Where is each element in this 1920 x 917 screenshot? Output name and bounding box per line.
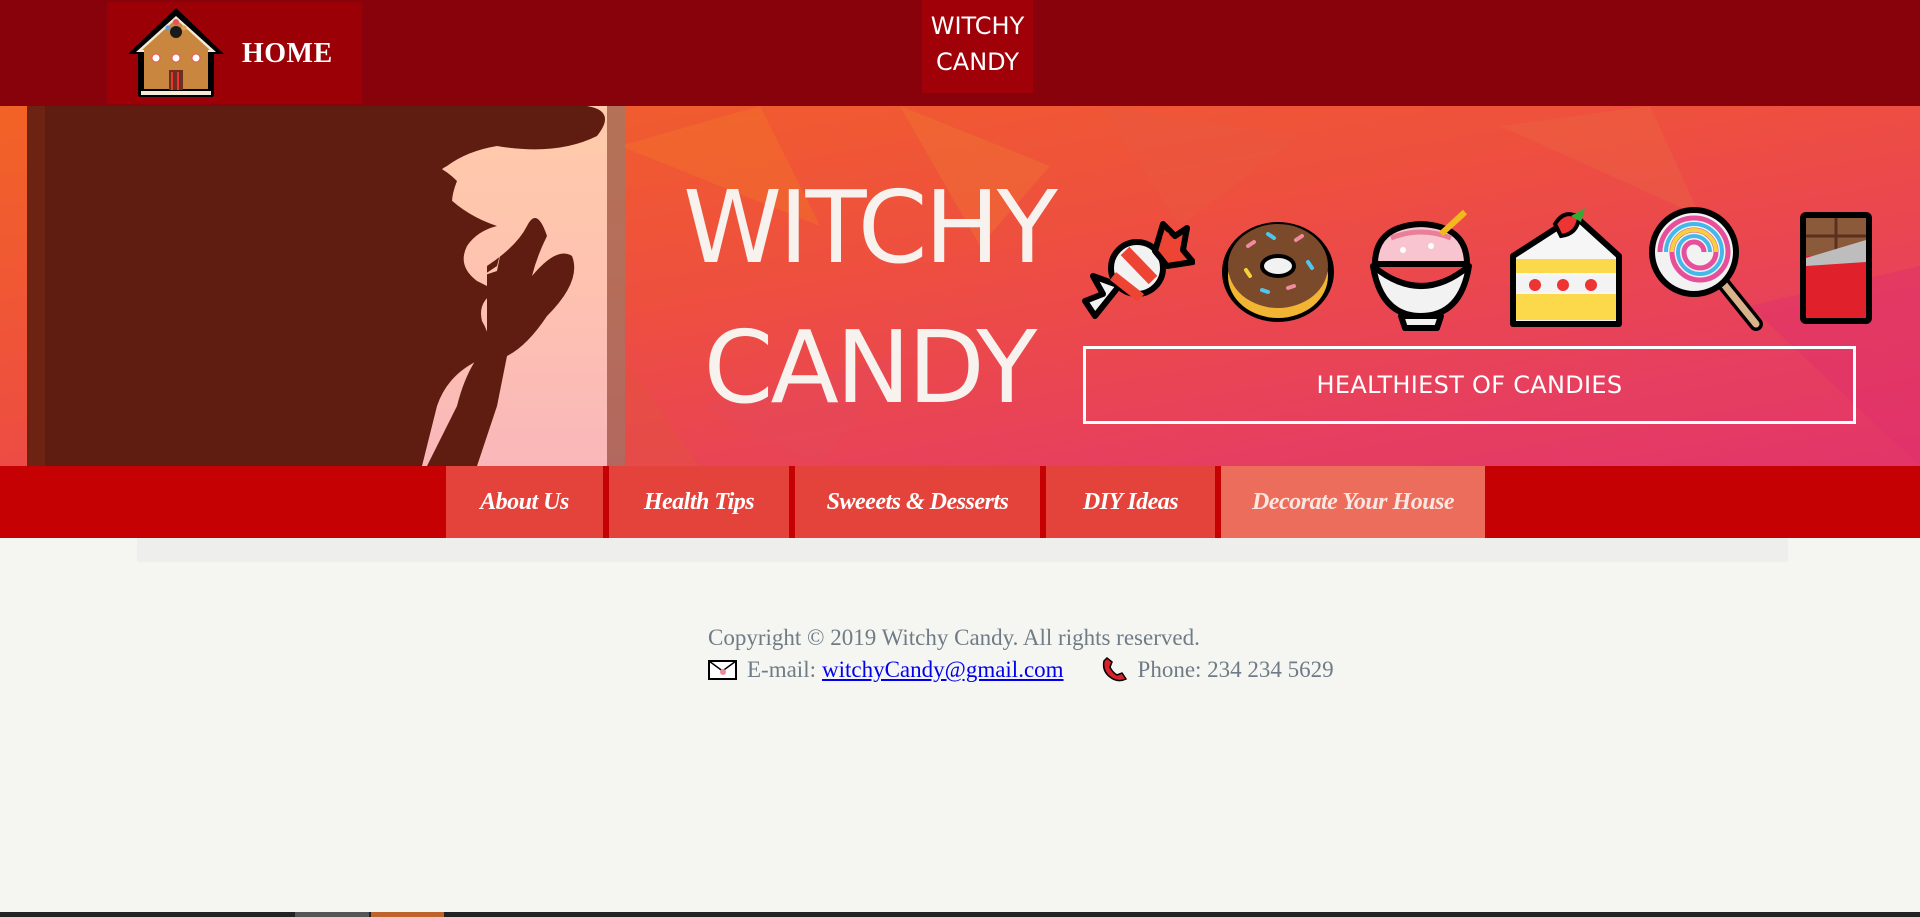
home-label: HOME: [242, 38, 333, 69]
brand-line-1: WITCHY: [930, 12, 1025, 40]
hero-banner: WITCHY CANDY HEALTHIEST OF CANDIES: [0, 106, 1920, 466]
phone-icon: [1102, 657, 1127, 682]
taskbar-strip: [0, 912, 1920, 917]
taskbar-item[interactable]: [295, 912, 369, 917]
nav-health-tips[interactable]: Health Tips: [609, 466, 789, 538]
lollipop-icon: [1649, 207, 1763, 331]
footer: Copyright © 2019 Witchy Candy. All right…: [708, 622, 1334, 686]
nav-about-us[interactable]: About Us: [446, 466, 603, 538]
nav-sweets-desserts[interactable]: Sweeets & Desserts: [795, 466, 1040, 538]
banner-title: WITCHY CANDY: [664, 158, 1074, 438]
tagline-box: HEALTHIEST OF CANDIES: [1083, 346, 1856, 424]
brand-badge: WITCHY CANDY: [922, 0, 1033, 93]
home-button[interactable]: HOME: [107, 2, 362, 104]
email-label: E-mail:: [747, 657, 816, 682]
shaved-ice-icon: [1370, 209, 1472, 331]
banner-title-line-1: WITCHY: [683, 169, 1058, 286]
witch-silhouette-image: [27, 106, 625, 466]
content-divider: [137, 538, 1788, 562]
nav-diy-ideas[interactable]: DIY Ideas: [1046, 466, 1215, 538]
witch-silhouette-icon: [27, 106, 605, 466]
top-bar: HOME WITCHY CANDY: [0, 0, 1920, 106]
brand-line-2: CANDY: [936, 48, 1019, 76]
main-navigation: About Us Health Tips Sweeets & Desserts …: [0, 466, 1920, 538]
taskbar-item[interactable]: [371, 912, 444, 917]
chocolate-bar-icon: [1800, 212, 1872, 324]
email-link[interactable]: witchyCandy@gmail.com: [822, 654, 1064, 686]
candy-icon-row: [1075, 206, 1872, 331]
copyright-text: Copyright © 2019 Witchy Candy. All right…: [708, 625, 1200, 650]
nav-decorate-your-house[interactable]: Decorate Your House: [1221, 466, 1485, 538]
banner-title-line-2: CANDY: [703, 309, 1038, 426]
shortcake-icon: [1510, 208, 1622, 327]
gingerbread-house-icon: [128, 8, 224, 97]
candy-icon: [1082, 221, 1195, 319]
doughnut-icon: [1222, 222, 1334, 322]
phone-text: Phone: 234 234 5629: [1137, 657, 1334, 682]
envelope-icon: [708, 660, 737, 680]
